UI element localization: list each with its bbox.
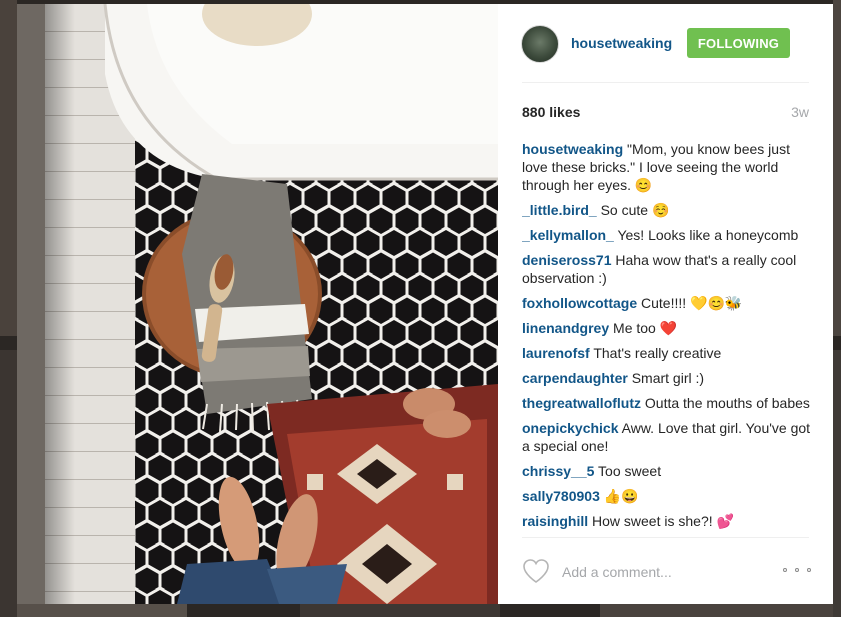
background-tile[interactable]	[600, 604, 833, 617]
comment-text: Outta the mouths of babes	[644, 395, 810, 411]
comment: _little.bird_ So cute ☺️	[522, 201, 812, 219]
background-tile[interactable]	[833, 0, 841, 336]
comment: raisinghill How sweet is she?! 💕	[522, 512, 812, 530]
comment: linenandgrey Me too ❤️	[522, 319, 812, 337]
comments-list: housetweaking "Mom, you know bees just l…	[522, 140, 812, 538]
emoji: ❤️	[659, 320, 678, 336]
emoji: 👍😀	[603, 488, 639, 504]
background-tile[interactable]	[300, 604, 500, 617]
post-side-panel: housetweaking FOLLOWING 880 likes 3w hou…	[498, 4, 833, 604]
comment-username[interactable]: chrissy__5	[522, 463, 594, 479]
emoji: 💛😊🐝	[690, 295, 743, 311]
comment: foxhollowcottage Cute!!!! 💛😊🐝	[522, 294, 812, 312]
comment-username[interactable]: foxhollowcottage	[522, 295, 637, 311]
post-photo[interactable]	[17, 4, 498, 604]
ellipsis-icon[interactable]	[783, 562, 811, 578]
dot	[807, 568, 811, 572]
comment-username[interactable]: carpendaughter	[522, 370, 628, 386]
comment-username[interactable]: linenandgrey	[522, 320, 609, 336]
comment-username[interactable]: _kellymallon_	[522, 227, 614, 243]
comment: sally780903 👍😀	[522, 487, 812, 505]
dot	[783, 568, 787, 572]
divider	[522, 537, 809, 538]
comment-username[interactable]: housetweaking	[522, 141, 623, 157]
dot	[795, 568, 799, 572]
background-tile[interactable]	[0, 350, 17, 617]
comment-username[interactable]: onepickychick	[522, 420, 619, 436]
comment-username[interactable]: deniseross71	[522, 252, 612, 268]
following-button[interactable]: FOLLOWING	[687, 28, 790, 58]
comment: _kellymallon_ Yes! Looks like a honeycom…	[522, 226, 812, 244]
background-tile[interactable]	[833, 350, 841, 617]
comment-text: So cute	[600, 202, 652, 218]
emoji: ☺️	[651, 202, 670, 218]
comment-text: How sweet is she?!	[592, 513, 717, 529]
comment-text: Smart girl :)	[631, 370, 705, 386]
comment-username[interactable]: thegreatwalloflutz	[522, 395, 641, 411]
heart-outline-icon[interactable]	[522, 558, 550, 584]
comment-text: Me too	[613, 320, 660, 336]
photo-illustration	[17, 4, 498, 604]
comment: deniseross71 Haha wow that's a really co…	[522, 251, 812, 287]
background-tile[interactable]	[0, 0, 17, 336]
comment-text: Yes! Looks like a honeycomb	[617, 227, 799, 243]
emoji: 😊	[634, 177, 653, 193]
comment: carpendaughter Smart girl :)	[522, 369, 812, 387]
comment-username[interactable]: _little.bird_	[522, 202, 597, 218]
post-modal: housetweaking FOLLOWING 880 likes 3w hou…	[17, 4, 833, 604]
add-comment-input[interactable]	[560, 560, 764, 584]
comment: laurenofsf That's really creative	[522, 344, 812, 362]
background-tile[interactable]	[17, 604, 187, 617]
emoji: 💕	[716, 513, 734, 529]
post-header: housetweaking FOLLOWING	[498, 4, 833, 83]
comment-text: Too sweet	[598, 463, 662, 479]
comment: onepickychick Aww. Love that girl. You'v…	[522, 419, 812, 455]
comment: housetweaking "Mom, you know bees just l…	[522, 140, 812, 194]
post-timestamp[interactable]: 3w	[791, 104, 809, 120]
comment: thegreatwalloflutz Outta the mouths of b…	[522, 394, 812, 412]
comment-text: That's really creative	[593, 345, 722, 361]
comment-username[interactable]: raisinghill	[522, 513, 588, 529]
post-author-username[interactable]: housetweaking	[571, 35, 672, 51]
comment-text: Cute!!!!	[641, 295, 691, 311]
divider	[522, 82, 809, 83]
comment: chrissy__5 Too sweet	[522, 462, 812, 480]
comment-username[interactable]: sally780903	[522, 488, 600, 504]
likes-count[interactable]: 880 likes	[522, 104, 580, 120]
comment-username[interactable]: laurenofsf	[522, 345, 590, 361]
avatar[interactable]	[521, 25, 559, 63]
